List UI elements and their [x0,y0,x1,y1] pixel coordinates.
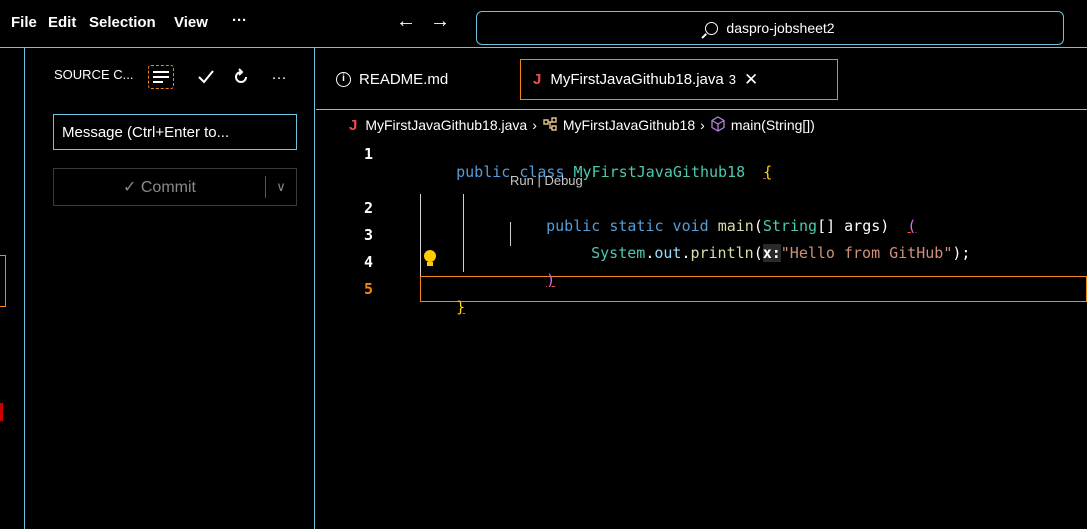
tab-label: README.md [359,71,449,88]
code-brace: } [456,298,466,316]
commit-check-icon[interactable] [196,65,216,89]
checkmark-icon [198,70,214,84]
line-number: 4 [364,253,374,271]
info-icon: i [336,72,351,87]
code-line-4[interactable]: ) [510,253,555,307]
sidebar-title: SOURCE C... [54,67,134,82]
method-icon [710,115,726,135]
list-lines-icon [153,71,169,83]
editor-tabs: i README.md J MyFirstJavaGithub18.java 3… [316,48,1087,110]
code-function: println [690,244,754,262]
class-symbol-icon [543,116,557,131]
code-editor[interactable]: 1 2 3 4 5 public class MyFirstJavaGithub… [316,138,1087,529]
commit-message-input[interactable]: Message (Ctrl+Enter to... [53,114,297,150]
menu-edit[interactable]: Edit [48,14,76,31]
parameter-hint: x: [762,244,781,262]
java-icon: J [349,116,358,134]
forward-arrow-icon[interactable]: → [430,10,450,33]
back-arrow-icon[interactable]: ← [396,10,416,33]
line-number: 3 [364,226,374,244]
activity-bar [0,48,25,529]
chevron-down-icon[interactable]: ∨ [266,169,296,205]
workspace-name: daspro-jobsheet2 [726,20,835,36]
code-dot: . [645,244,655,262]
problems-badge: 3 [728,72,736,87]
active-view-indicator[interactable] [0,255,6,307]
breadcrumb-file[interactable]: MyFirstJavaGithub18.java [365,117,527,133]
indent-guide [463,194,464,272]
breadcrumb-class[interactable]: MyFirstJavaGithub18 [563,117,695,133]
code-line-3[interactable]: System.out.println(x:"Hello from GitHub"… [555,226,970,280]
code-line-1[interactable]: public class MyFirstJavaGithub18 { [420,145,772,199]
code-class-name: System [591,244,646,262]
close-icon[interactable]: ✕ [744,70,758,90]
search-icon [705,21,719,35]
tab-readme[interactable]: i README.md [324,59,460,100]
menu-more-icon[interactable]: ··· [232,12,247,29]
source-control-sidebar: SOURCE C... ··· Message (Ctrl+Enter to..… [26,48,315,529]
code-brace: { [763,163,773,181]
run-debug-codelens[interactable]: Run | Debug [510,173,583,188]
lightbulb-icon[interactable] [424,250,436,266]
breadcrumb-separator: › [700,117,705,133]
code-string: "Hello from GitHub" [780,244,953,262]
view-as-tree-icon[interactable] [148,65,174,89]
code-field: out [654,244,682,262]
class-icon [542,116,558,134]
title-bar: File Edit Selection View ··· ← → daspro-… [0,0,1087,48]
line-number: 1 [364,145,374,163]
cube-icon [711,115,725,132]
breadcrumb-separator: › [532,117,537,133]
code-close: ); [952,244,971,262]
refresh-icon[interactable] [230,65,252,89]
line-number: 5 [364,280,374,298]
more-actions-icon[interactable]: ··· [268,65,290,89]
commit-label[interactable]: ✓ Commit [54,169,265,205]
menu-file[interactable]: File [11,14,37,31]
code-line-5[interactable]: } [420,280,465,334]
tab-label: MyFirstJavaGithub18.java [550,71,724,88]
code-paren: ( [753,244,763,262]
java-icon: J [533,71,542,88]
menu-selection[interactable]: Selection [89,14,156,31]
code-brace: ) [546,271,556,289]
activity-badge [0,403,3,421]
commit-button[interactable]: ✓ Commit ∨ [53,168,297,206]
line-number: 2 [364,199,374,217]
breadcrumb-method[interactable]: main(String[]) [731,117,815,133]
code-class-name: MyFirstJavaGithub18 [573,163,746,181]
menu-view[interactable]: View [174,14,208,31]
tab-java-file[interactable]: J MyFirstJavaGithub18.java 3 ✕ [520,59,838,100]
command-center-search[interactable]: daspro-jobsheet2 [476,11,1064,45]
breadcrumb: J MyFirstJavaGithub18.java › MyFirstJava… [349,114,815,136]
refresh-arrow-icon [235,68,247,83]
